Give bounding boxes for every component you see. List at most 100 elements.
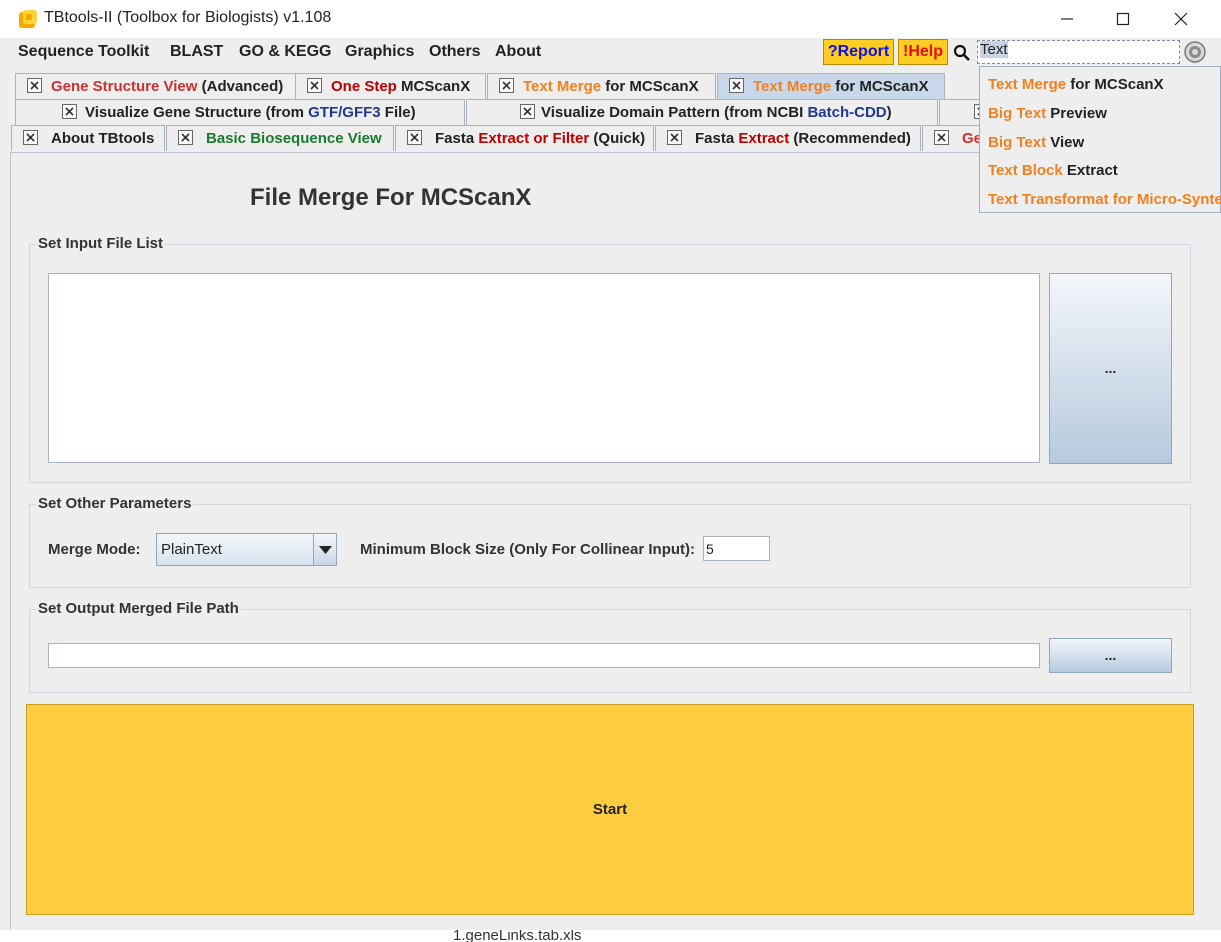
tab-close-icon[interactable] <box>520 104 535 119</box>
search-input[interactable]: Text <box>977 40 1180 64</box>
merge-mode-value: PlainText <box>161 541 222 558</box>
page-title: File Merge For MCScanX <box>250 184 532 211</box>
search-suggestions-dropdown: Text Merge for MCScanX Big Text Preview Bi… <box>979 66 1221 213</box>
tab-label: One Step MCScanX <box>331 78 470 95</box>
menu-go-kegg[interactable]: GO & KEGG <box>239 43 331 61</box>
tab-label-part: for MCScanX <box>601 78 699 95</box>
tab-label-part: (Recommended) <box>789 130 911 147</box>
tab-label-part: MCScanX <box>396 78 471 95</box>
search-icon <box>953 44 971 62</box>
search-input-value: Text <box>980 41 1008 58</box>
tab-label-part: Fasta <box>435 130 479 147</box>
tab-label-part: Gene Structure View <box>51 78 198 95</box>
menu-others[interactable]: Others <box>429 43 481 61</box>
tab-label: About TBtools <box>51 130 154 147</box>
suggestion-item[interactable]: Text Merge for MCScanX <box>988 76 1164 93</box>
suggestion-item[interactable]: Big Text View <box>988 134 1084 151</box>
tab-label: Fasta Extract or Filter (Quick) <box>435 130 645 147</box>
close-icon <box>1174 12 1188 26</box>
tbtools-app-icon <box>18 9 38 29</box>
tab-label-part: Fasta <box>695 130 739 147</box>
title-bar: TBtools-II (Toolbox for Biologists) v1.1… <box>0 0 1221 38</box>
suggestion-item-part: View <box>1046 134 1085 151</box>
output-path-input[interactable] <box>48 643 1040 668</box>
suggestion-item[interactable]: Text Block Extract <box>988 162 1118 179</box>
menu-graphics[interactable]: Graphics <box>345 43 414 61</box>
tab-label-part: One Step <box>331 78 397 95</box>
tab-label-part: Batch-CDD <box>807 104 887 121</box>
block-size-input[interactable] <box>703 536 770 561</box>
browse-input-files-button[interactable]: ... <box>1049 273 1172 464</box>
tab-label-part: (Advanced) <box>197 78 284 95</box>
menu-sequence-toolkit[interactable]: Sequence Toolkit <box>18 43 149 61</box>
tab-row1-2[interactable]: Text Merge for MCScanX <box>487 73 716 99</box>
output-group-title: Set Output Merged File Path <box>36 600 241 617</box>
tab-row2-1[interactable]: Visualize Domain Pattern (from NCBI Batc… <box>466 99 938 125</box>
browse-output-path-button[interactable]: ... <box>1049 638 1172 673</box>
tab-label: Visualize Domain Pattern (from NCBI Batc… <box>541 104 892 121</box>
tab-label-part: ) <box>886 104 892 121</box>
tab-row1-0[interactable]: Gene Structure View (Advanced) <box>15 73 296 99</box>
tab-label-part: (Quick) <box>589 130 646 147</box>
tab-row3-2[interactable]: Fasta Extract or Filter (Quick) <box>395 125 654 151</box>
input-group-title: Set Input File List <box>36 235 166 252</box>
menu-about[interactable]: About <box>495 43 541 61</box>
tab-label-part: Extract or Filter <box>478 130 590 147</box>
tab-close-icon[interactable] <box>667 130 682 145</box>
tab-row3-4[interactable]: Ge <box>922 125 982 151</box>
suggestion-item[interactable]: Text Transformat for Micro-Synte <box>988 191 1221 208</box>
tab-close-icon[interactable] <box>178 130 193 145</box>
suggestion-item-part: Text Block <box>988 162 1063 179</box>
tab-close-icon[interactable] <box>62 104 77 119</box>
help-button[interactable]: !Help <box>898 39 948 65</box>
maximize-button[interactable] <box>1094 0 1152 38</box>
settings-gear-icon[interactable] <box>1183 40 1207 64</box>
start-button[interactable]: Start <box>26 704 1194 915</box>
close-button[interactable] <box>1152 0 1210 38</box>
window-title: TBtools-II (Toolbox for Biologists) v1.1… <box>44 9 332 26</box>
tab-row1-3[interactable]: Text Merge for MCScanX <box>717 73 945 99</box>
tab-label: Text Merge for MCScanX <box>523 78 699 95</box>
tab-label-part: GTF/GFF3 <box>308 104 381 121</box>
tab-label: Gene Structure View (Advanced) <box>51 78 283 95</box>
tab-close-icon[interactable] <box>934 130 949 145</box>
tab-label-part: for MCScanX <box>831 78 929 95</box>
merge-mode-label: Merge Mode: <box>48 541 141 558</box>
tab-row1-1[interactable]: One Step MCScanX <box>295 73 486 99</box>
tab-close-icon[interactable] <box>407 130 422 145</box>
merge-mode-select[interactable]: PlainText <box>156 533 337 566</box>
tab-label: Fasta Extract (Recommended) <box>695 130 911 147</box>
tab-label-part: Basic Biosequence View <box>206 130 382 147</box>
tab-close-icon[interactable] <box>307 78 322 93</box>
tab-label-part: Text Merge <box>753 78 832 95</box>
tab-close-icon[interactable] <box>27 78 42 93</box>
tab-label-part: Extract <box>738 130 790 147</box>
tab-row3-3[interactable]: Fasta Extract (Recommended) <box>655 125 921 151</box>
maximize-icon <box>1116 12 1130 26</box>
tab-row2-0[interactable]: Visualize Gene Structure (from GTF/GFF3 … <box>15 99 465 125</box>
tab-close-icon[interactable] <box>23 130 38 145</box>
params-group-title: Set Other Parameters <box>36 495 194 512</box>
tab-close-icon[interactable] <box>729 78 744 93</box>
report-button[interactable]: ?Report <box>823 39 894 65</box>
suggestion-item-part: Text Merge <box>988 76 1067 93</box>
tab-row3-0[interactable]: About TBtools <box>11 125 165 151</box>
minimize-icon <box>1061 18 1073 20</box>
minimize-button[interactable] <box>1038 0 1096 38</box>
background-file-name: 1.geneLinks.tab.xls <box>453 930 582 942</box>
app-window: TBtools-II (Toolbox for Biologists) v1.1… <box>0 0 1221 942</box>
suggestion-item-part: Big Text <box>988 105 1047 122</box>
suggestion-item[interactable]: Big Text Preview <box>988 105 1107 122</box>
suggestion-item-part: Big Text <box>988 134 1047 151</box>
suggestion-item-part: for MCScanX <box>1066 76 1164 93</box>
tab-row3-1[interactable]: Basic Biosequence View <box>166 125 394 151</box>
tab-close-icon[interactable] <box>499 78 514 93</box>
tab-label-part: File) <box>380 104 416 121</box>
menu-blast[interactable]: BLAST <box>170 43 223 61</box>
input-file-list[interactable] <box>48 273 1040 463</box>
suggestion-item-part: Extract <box>1062 162 1118 179</box>
block-size-label: Minimum Block Size (Only For Collinear I… <box>360 541 696 558</box>
chevron-down-icon[interactable] <box>313 534 336 565</box>
tab-label: Basic Biosequence View <box>206 130 382 147</box>
tab-label: Text Merge for MCScanX <box>753 78 929 95</box>
